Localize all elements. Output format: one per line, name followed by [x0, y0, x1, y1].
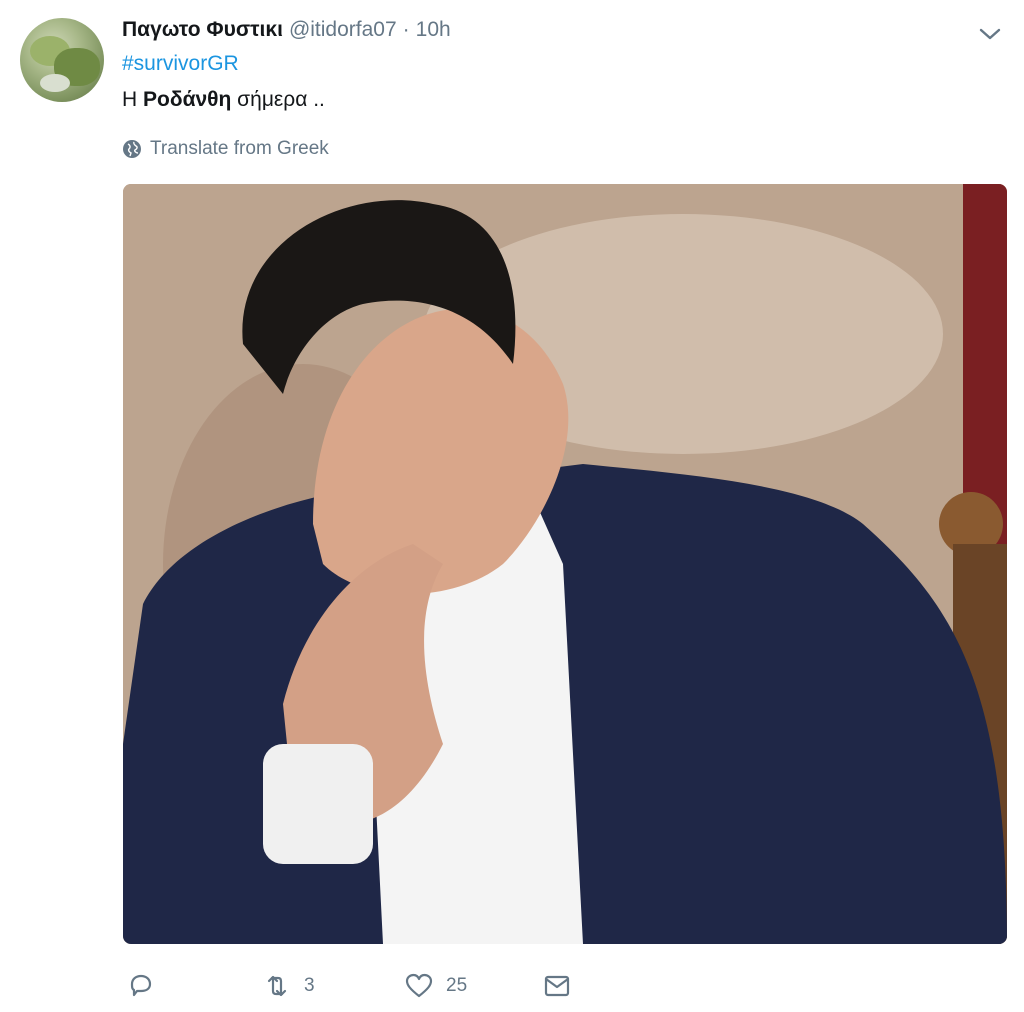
shirt-cuff [263, 744, 373, 864]
display-name[interactable]: Παγωτο Φυστικι [122, 18, 283, 42]
tweet-actions: 3 25 [122, 966, 602, 1006]
reply-icon [130, 974, 152, 997]
retweet-button[interactable]: 3 [262, 966, 315, 1006]
tweet-header: Παγωτο Φυστικι @itidorfa07 · 10h [122, 18, 451, 48]
tweet-text-prefix: Η [122, 88, 143, 111]
like-count: 25 [446, 975, 468, 996]
photo-illustration [123, 184, 1007, 944]
tweet-text: Η Ροδάνθη σήμερα .. [122, 88, 325, 112]
envelope-icon [544, 975, 570, 997]
separator-dot: · [402, 18, 410, 41]
translate-label: Translate from Greek [150, 138, 329, 159]
avatar-shape [40, 74, 70, 92]
retweet-icon [267, 975, 287, 997]
tweet-text-bold: Ροδάνθη [143, 88, 232, 111]
retweet-count: 3 [304, 975, 315, 996]
hashtag-link[interactable]: #survivorGR [122, 52, 239, 76]
chevron-down-icon[interactable] [976, 22, 1004, 46]
tweet-photo[interactable] [123, 184, 1007, 944]
message-button[interactable] [542, 966, 572, 1006]
avatar[interactable] [20, 18, 104, 102]
reply-button[interactable] [126, 966, 156, 1006]
heart-icon [405, 973, 433, 998]
user-handle[interactable]: @itidorfa07 [289, 18, 397, 42]
timestamp[interactable]: 10h [416, 18, 451, 42]
translate-button[interactable]: Translate from Greek [122, 138, 329, 160]
tweet: Παγωτο Φυστικι @itidorfa07 · 10h #surviv… [0, 0, 1024, 1012]
like-button[interactable]: 25 [404, 966, 467, 1006]
tweet-text-suffix: σήμερα .. [231, 88, 325, 111]
globe-icon [123, 140, 141, 158]
